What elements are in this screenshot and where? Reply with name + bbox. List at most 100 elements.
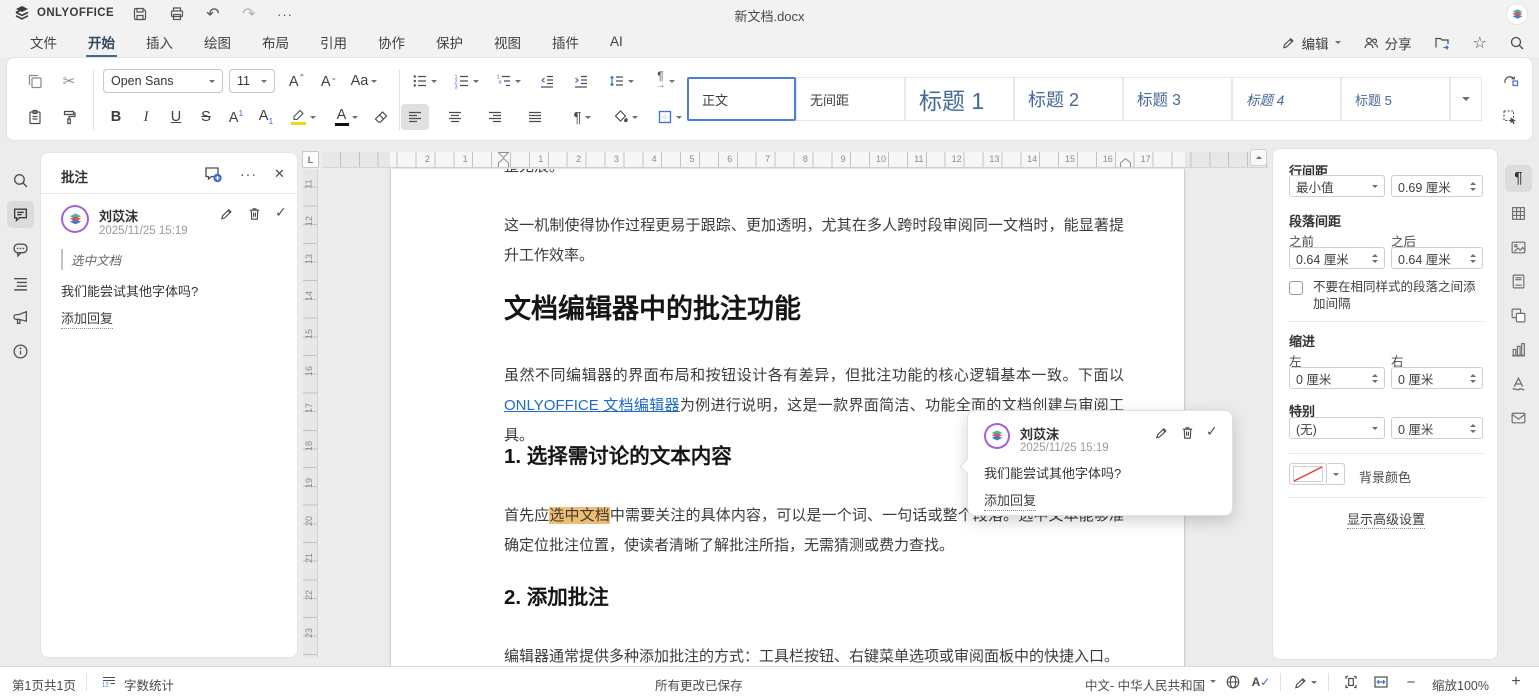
editing-mode-button[interactable]: 编辑 xyxy=(1281,33,1341,53)
sidebar-comments-button[interactable] xyxy=(7,201,34,228)
paste-button[interactable] xyxy=(21,104,49,130)
right-panel-image-button[interactable] xyxy=(1505,234,1532,261)
background-color-swatch[interactable] xyxy=(1289,463,1327,485)
multilevel-list-button[interactable]: 1 a xyxy=(489,68,527,94)
more-actions-button[interactable]: ··· xyxy=(272,3,298,25)
right-panel-mail-merge-button[interactable] xyxy=(1505,404,1532,431)
bullets-button[interactable] xyxy=(405,68,443,94)
indent-right-spinner[interactable]: 0 厘米 xyxy=(1391,367,1483,389)
comment-edit-button[interactable] xyxy=(1154,425,1169,440)
font-size-select[interactable]: 11 xyxy=(229,69,275,93)
spell-check-button[interactable]: A✓ xyxy=(1250,672,1272,692)
special-indent-amount-spinner[interactable]: 0 厘米 xyxy=(1391,417,1483,439)
decrease-font-button[interactable]: A⌄ xyxy=(315,68,343,94)
change-case-button[interactable]: Aa xyxy=(345,68,383,94)
font-color-button[interactable]: A xyxy=(327,104,365,130)
spinner-arrows[interactable] xyxy=(1470,374,1476,383)
style-no-spacing[interactable]: 无间距 xyxy=(796,77,905,121)
search-button[interactable] xyxy=(1509,35,1525,51)
borders-button[interactable] xyxy=(649,104,689,130)
zoom-level[interactable]: 缩放100% xyxy=(1432,675,1489,694)
paragraph-direction-button[interactable]: ¶ → xyxy=(645,68,685,94)
sidebar-about-button[interactable] xyxy=(7,338,34,365)
select-all-button[interactable] xyxy=(1495,104,1525,130)
format-painter-button[interactable] xyxy=(55,104,83,130)
style-normal[interactable]: 正文 xyxy=(687,77,796,121)
decrease-indent-button[interactable] xyxy=(533,68,561,94)
increase-indent-button[interactable] xyxy=(567,68,595,94)
print-button[interactable] xyxy=(164,3,190,25)
horizontal-ruler[interactable]: 211234567891011121314151617 xyxy=(322,152,1268,168)
nonprinting-characters-button[interactable]: ¶ xyxy=(563,104,601,130)
language-selector[interactable]: 中文- 中华人民共和国 xyxy=(1085,675,1205,694)
style-heading-3[interactable]: 标题 3 xyxy=(1123,77,1232,121)
right-panel-table-button[interactable] xyxy=(1505,200,1532,227)
spinner-arrows[interactable] xyxy=(1470,424,1476,433)
align-left-button[interactable] xyxy=(401,104,429,130)
spinner-arrows[interactable] xyxy=(1372,374,1378,383)
zoom-in-button[interactable]: + xyxy=(1505,672,1527,692)
right-panel-text-art-button[interactable] xyxy=(1505,370,1532,397)
cut-button[interactable]: ✂ xyxy=(55,68,83,94)
increase-font-button[interactable]: A⌃ xyxy=(283,68,311,94)
style-heading-2[interactable]: 标题 2 xyxy=(1014,77,1123,121)
fit-width-button[interactable] xyxy=(1370,672,1392,692)
vertical-ruler[interactable]: 1112131415161718192021222324 xyxy=(303,169,318,658)
page-indicator[interactable]: 第1页共1页 xyxy=(12,675,76,694)
spacing-after-spinner[interactable]: 0.64 厘米 xyxy=(1391,247,1483,269)
tab-ai[interactable]: AI xyxy=(608,30,625,55)
style-heading-4[interactable]: 标题 4 xyxy=(1232,77,1341,121)
document-language-button[interactable] xyxy=(1222,672,1244,692)
indent-left-spinner[interactable]: 0 厘米 xyxy=(1289,367,1385,389)
tab-references[interactable]: 引用 xyxy=(318,28,349,58)
comments-more-button[interactable]: ··· xyxy=(240,166,257,182)
font-name-select[interactable]: Open Sans xyxy=(103,69,223,93)
strikeout-button[interactable]: S xyxy=(193,104,219,130)
styles-gallery-expand-button[interactable] xyxy=(1450,77,1482,121)
spinner-arrows[interactable] xyxy=(1470,182,1476,191)
zoom-out-button[interactable]: − xyxy=(1400,672,1422,692)
clear-style-button[interactable] xyxy=(367,104,395,130)
line-spacing-button[interactable] xyxy=(601,68,641,94)
comment-edit-button[interactable] xyxy=(219,206,234,221)
tab-protection[interactable]: 保护 xyxy=(434,28,465,58)
right-indent-marker[interactable] xyxy=(1120,158,1131,168)
add-comment-button[interactable] xyxy=(203,164,223,184)
tab-draw[interactable]: 绘图 xyxy=(202,28,233,58)
spinner-arrows[interactable] xyxy=(1470,254,1476,263)
bold-button[interactable]: B xyxy=(103,104,129,130)
spinner-arrows[interactable] xyxy=(1372,254,1378,263)
word-count-button[interactable]: 字数统计 xyxy=(124,675,174,694)
right-panel-chart-button[interactable] xyxy=(1505,336,1532,363)
redo-button[interactable]: ↷ xyxy=(236,3,262,25)
add-reply-link[interactable]: 添加回复 xyxy=(61,308,113,329)
fit-page-button[interactable] xyxy=(1340,672,1362,692)
share-button[interactable]: 分享 xyxy=(1363,33,1412,53)
tab-view[interactable]: 视图 xyxy=(492,28,523,58)
superscript-button[interactable]: A1 xyxy=(223,104,249,130)
tab-collaboration[interactable]: 协作 xyxy=(376,28,407,58)
document-hyperlink[interactable]: ONLYOFFICE 文档编辑器 xyxy=(504,397,680,414)
undo-button[interactable]: ↶ xyxy=(200,3,226,25)
highlight-color-button[interactable] xyxy=(283,104,323,130)
style-heading-5[interactable]: 标题 5 xyxy=(1341,77,1450,121)
tab-file[interactable]: 文件 xyxy=(28,28,59,58)
style-heading-1[interactable]: 标题 1 xyxy=(905,77,1014,121)
open-file-location-button[interactable] xyxy=(1434,35,1451,51)
tab-insert[interactable]: 插入 xyxy=(144,28,175,58)
underline-button[interactable]: U xyxy=(163,104,189,130)
shading-button[interactable] xyxy=(605,104,645,130)
spacing-before-spinner[interactable]: 0.64 厘米 xyxy=(1289,247,1385,269)
sidebar-headings-button[interactable] xyxy=(7,270,34,297)
tab-plugins[interactable]: 插件 xyxy=(550,28,581,58)
tab-home[interactable]: 开始 xyxy=(86,28,117,58)
line-spacing-amount-spinner[interactable]: 0.69 厘米 xyxy=(1391,175,1483,197)
left-indent-marker[interactable] xyxy=(498,158,509,168)
save-button[interactable] xyxy=(127,3,153,25)
favorite-button[interactable]: ☆ xyxy=(1473,33,1487,53)
track-changes-button[interactable] xyxy=(1290,672,1320,692)
right-panel-paragraph-button[interactable]: ¶ xyxy=(1505,165,1532,192)
comment-delete-button[interactable] xyxy=(247,206,262,221)
tab-stop-selector[interactable]: L xyxy=(302,151,319,168)
replace-button[interactable] xyxy=(1495,68,1525,94)
